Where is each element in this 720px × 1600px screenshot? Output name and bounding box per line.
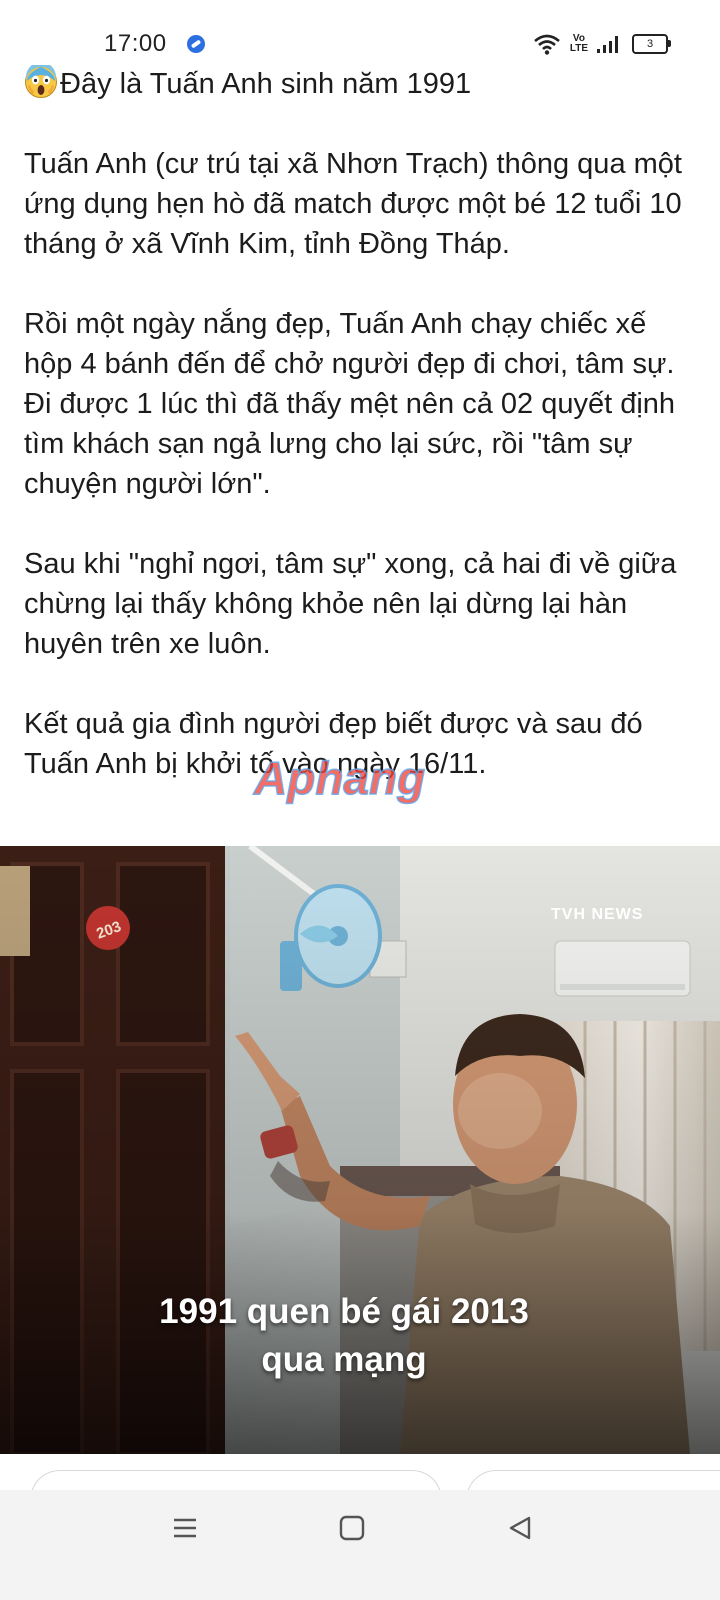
post-paragraph-4: Sau khi "nghỉ ngơi, tâm sự" xong, cả hai… (24, 548, 677, 660)
signal-icon (597, 36, 618, 53)
post-paragraph-3: Rồi một ngày nắng đẹp, Tuấn Anh chạy chi… (24, 308, 676, 500)
volte-bottom: LTE (569, 43, 588, 54)
post-video[interactable]: 203 TVH NEWS 1991 quen bé gái 2013 qua m… (0, 846, 720, 1454)
back-triangle-icon[interactable] (500, 1508, 540, 1548)
caption-line-2: qua mạng (261, 1340, 427, 1379)
news-source-label: TVH NEWS (551, 906, 644, 923)
wifi-icon (534, 34, 560, 55)
status-time: 17:00 (104, 30, 167, 57)
messenger-notification-icon (187, 35, 205, 53)
battery-icon: 3 (632, 34, 671, 54)
status-icons: Vo LTE 3 (533, 32, 671, 56)
post-paragraph-1: Đây là Tuấn Anh sinh năm 1991 (24, 64, 696, 104)
volte-icon: Vo LTE (570, 34, 588, 54)
status-bar: 17:00 Vo LTE 3 (0, 0, 720, 60)
watermark-logo: Aphang (252, 751, 426, 805)
watermark-text: Aphang (253, 752, 425, 804)
video-caption: 1991 quen bé gái 2013 qua mạng (0, 1288, 720, 1384)
caption-line-1: 1991 quen bé gái 2013 (159, 1292, 529, 1331)
post-paragraph-2: Tuấn Anh (cư trú tại xã Nhơn Trạch) thôn… (24, 148, 682, 260)
battery-level: 3 (646, 38, 654, 50)
menu-icon[interactable] (165, 1508, 205, 1548)
home-square-icon[interactable] (332, 1508, 372, 1548)
face-screaming-in-fear-icon (25, 65, 57, 98)
post-text: Đây là Tuấn Anh sinh năm 1991 Tuấn Anh (… (24, 64, 696, 784)
post-headline: Đây là Tuấn Anh sinh năm 1991 (60, 68, 472, 100)
